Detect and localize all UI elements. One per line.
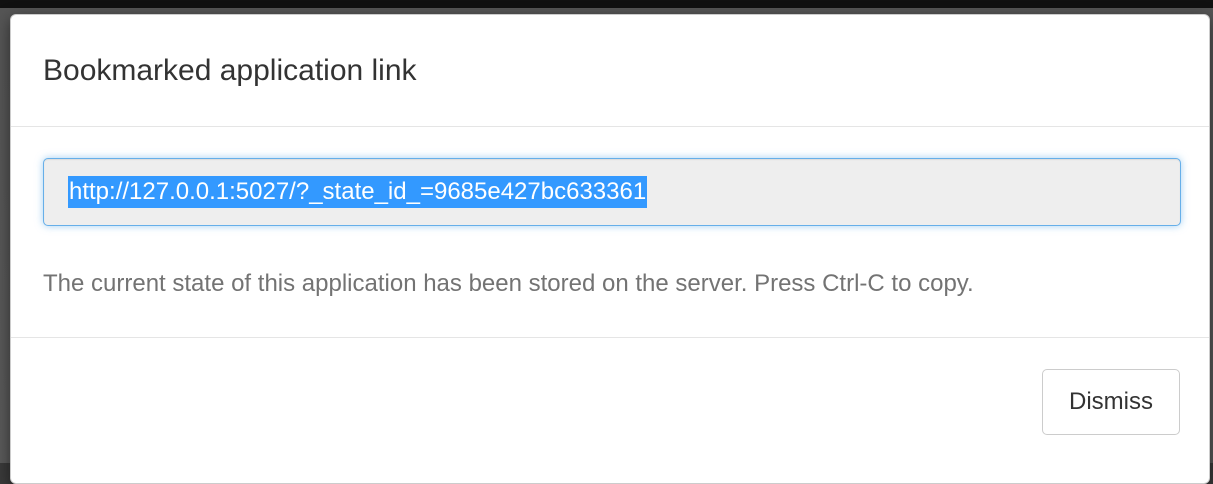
dismiss-button[interactable]: Dismiss <box>1042 369 1180 435</box>
bookmark-url-input[interactable]: http://127.0.0.1:5027/?_state_id_=9685e4… <box>43 158 1181 226</box>
modal-header: Bookmarked application link <box>11 15 1209 127</box>
modal-footer: Dismiss <box>11 338 1209 438</box>
modal-title: Bookmarked application link <box>43 53 417 87</box>
bookmark-url-text[interactable]: http://127.0.0.1:5027/?_state_id_=9685e4… <box>68 176 648 208</box>
help-text: The current state of this application ha… <box>43 270 974 297</box>
modal-body: http://127.0.0.1:5027/?_state_id_=9685e4… <box>11 127 1209 338</box>
bookmark-modal: Bookmarked application link http://127.0… <box>10 14 1210 484</box>
